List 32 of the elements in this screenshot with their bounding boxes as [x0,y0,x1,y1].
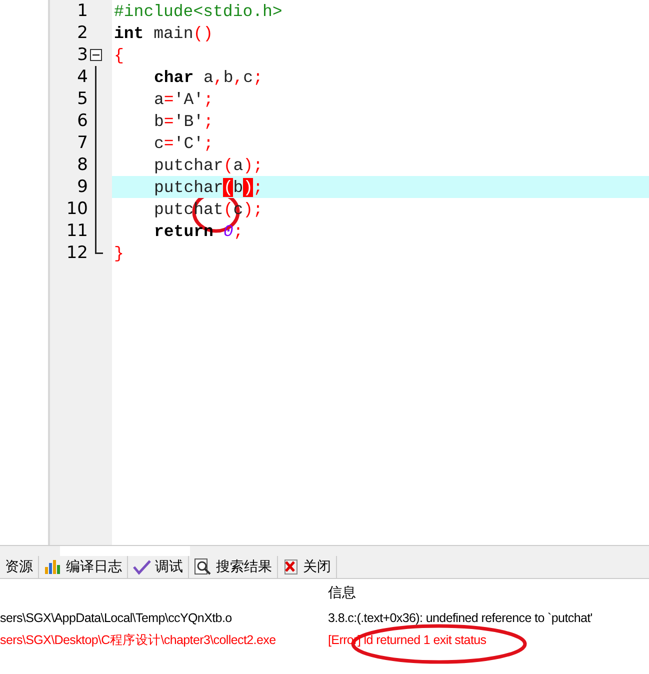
code-line: a='A'; [154,90,214,108]
line-number: 11 [65,221,88,241]
search-icon [194,558,212,576]
line-number: 1 [76,1,88,21]
code-line: { [114,46,124,64]
fold-toggle-icon[interactable] [90,49,102,61]
file-cell-text: sers\SGX\AppData\Local\Temp\ccYQnXtb.o [0,610,232,627]
file-cell-text: sers\SGX\Desktop\C程序设计\chapter3\collect2.exe [0,632,276,649]
fold-end-line [95,242,103,254]
code-line: char a,b,c; [154,68,263,86]
code-line: putchar(a); [154,156,263,174]
line-number: 10 [65,199,88,219]
code-line: c='C'; [154,134,214,152]
line-number: 3 [76,45,88,65]
line-number: 12 [65,243,88,263]
line-number: 7 [76,133,88,153]
line-number: 4 [76,67,88,87]
code-line: putchar(b); [154,178,263,196]
line-number: 2 [76,23,88,43]
code-line: } [114,244,124,262]
line-number: 5 [76,89,88,109]
code-line: #include<stdio.h> [114,2,282,20]
message-cell-text: 3.8.c:(.text+0x36): undefined reference to `putchat' [327,610,592,627]
line-number: 9 [76,177,88,197]
check-icon [133,559,151,575]
column-header: 信息 [327,584,357,603]
line-number: 6 [76,111,88,131]
code-line: int main() [114,24,214,42]
line-number: 8 [76,155,88,175]
bar-chart-icon [44,559,62,575]
close-icon [283,559,299,575]
code-line: b='B'; [154,112,214,130]
